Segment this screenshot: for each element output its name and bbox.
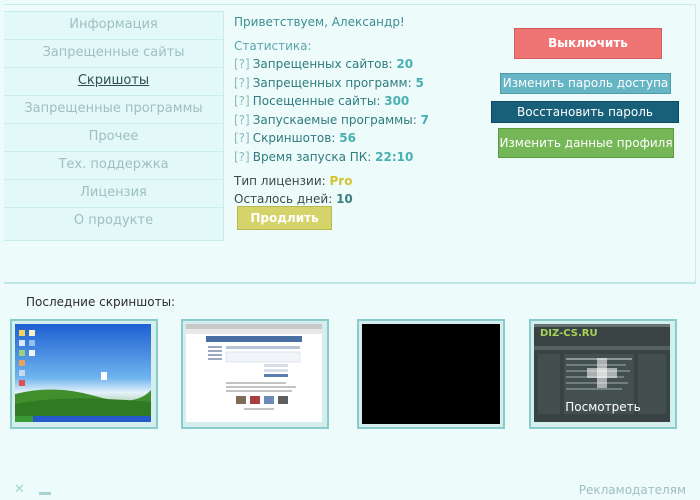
webpage-screenshot-image: [186, 324, 324, 424]
days-left-value: 10: [336, 192, 353, 206]
sidebar-item-label: О продукте: [73, 213, 154, 228]
sidebar-item-label: Запрещенные программы: [24, 101, 203, 116]
stat-label: Время запуска ПК:: [252, 149, 372, 164]
sidebar-item-info[interactable]: Информация: [4, 12, 223, 40]
sidebar-item-about[interactable]: О продукте: [4, 208, 223, 236]
stat-value: 56: [339, 131, 356, 145]
days-left-label: Осталось дней:: [234, 192, 333, 206]
help-link[interactable]: [?]: [234, 57, 250, 71]
help-link[interactable]: [?]: [234, 150, 250, 164]
sidebar-nav: Информация Запрещенные сайты Скришоты За…: [4, 11, 224, 241]
license-type-row: Тип лицензии: Pro: [234, 172, 484, 190]
sidebar-item-label: Прочее: [88, 129, 139, 144]
sidebar-item-label: Информация: [69, 17, 158, 32]
screenshot-thumbnail[interactable]: [357, 319, 505, 429]
view-screenshot-label[interactable]: Посмотреть: [534, 400, 672, 414]
sidebar-item-label: Запрещенные сайты: [42, 45, 185, 60]
stat-label: Запускаемые программы:: [252, 112, 417, 127]
black-screenshot-image: [362, 324, 500, 424]
stat-row-launched-programs: [?] Запускаемые программы: 7: [234, 111, 484, 130]
stat-value: 300: [384, 94, 410, 108]
stat-value: 7: [420, 112, 429, 127]
sidebar-item-label: Скришоты: [77, 73, 150, 88]
minimize-icon[interactable]: [39, 492, 51, 495]
stat-row-blocked-sites: [?] Запрещенных сайтов: 20: [234, 55, 484, 74]
recent-screenshots-title: Последние скриншоты:: [26, 295, 176, 309]
stat-label: Запрещенных программ:: [252, 75, 412, 90]
help-link[interactable]: [?]: [234, 113, 250, 127]
advertisers-link[interactable]: Рекламодателям: [579, 483, 686, 497]
sidebar-item-other[interactable]: Прочее: [4, 124, 223, 152]
close-icon[interactable]: ✕: [14, 482, 25, 497]
sidebar-item-label: Лицензия: [80, 185, 147, 200]
change-profile-button[interactable]: Изменить данные профиля: [498, 128, 674, 158]
change-password-button[interactable]: Изменить пароль доступа: [500, 73, 671, 94]
account-info: Приветствуем, Александр! Статистика: [?]…: [234, 15, 484, 208]
help-link[interactable]: [?]: [234, 76, 250, 90]
stat-value: 22:10: [375, 149, 414, 164]
extend-license-button[interactable]: Продлить: [237, 206, 332, 230]
screenshot-thumbnail[interactable]: [181, 319, 329, 429]
license-type-value: Pro: [329, 174, 353, 188]
stat-value: 20: [396, 57, 414, 71]
site-logo-text: DIZ-CS.RU: [540, 328, 598, 339]
stat-label: Скриншотов:: [252, 131, 336, 145]
forum-screenshot-image: DIZ-CS.RU Посмотреть: [534, 324, 672, 424]
stat-row-visited-sites: [?] Посещенные сайты: 300: [234, 92, 484, 111]
license-type-label: Тип лицензии:: [234, 174, 326, 188]
sidebar-item-license[interactable]: Лицензия: [4, 180, 223, 208]
screenshot-thumbnail[interactable]: DIZ-CS.RU Посмотреть: [529, 319, 677, 429]
stat-value: 5: [415, 75, 424, 90]
screenshot-thumbnail[interactable]: [10, 319, 158, 429]
stat-row-blocked-programs: [?] Запрещенных программ: 5: [234, 74, 484, 93]
greeting-text: Приветствуем, Александр!: [234, 15, 405, 29]
stat-row-screenshots: [?] Скриншотов: 56: [234, 129, 484, 148]
stat-row-pc-start-time: [?] Время запуска ПК: 22:10: [234, 148, 484, 167]
sidebar-item-blocked-sites[interactable]: Запрещенные сайты: [4, 40, 223, 68]
sidebar-item-blocked-programs[interactable]: Запрещенные программы: [4, 96, 223, 124]
turn-off-button[interactable]: Выключить: [514, 28, 662, 59]
stat-label: Запрещенных сайтов:: [252, 57, 393, 71]
sidebar-item-label: Тех. поддержка: [58, 157, 169, 172]
sidebar-item-screenshots[interactable]: Скришоты: [4, 68, 223, 96]
stats-title: Статистика:: [234, 39, 312, 53]
help-link[interactable]: [?]: [234, 131, 250, 145]
desktop-screenshot-image: [15, 324, 153, 424]
help-link[interactable]: [?]: [234, 94, 250, 108]
restore-password-button[interactable]: Восстановить пароль доступа: [491, 101, 679, 139]
stat-label: Посещенные сайты:: [252, 94, 381, 108]
recent-screenshots-panel: Последние скриншоты: DIZ-CS.RU Посмотрет…: [0, 286, 700, 480]
sidebar-item-support[interactable]: Тех. поддержка: [4, 152, 223, 180]
